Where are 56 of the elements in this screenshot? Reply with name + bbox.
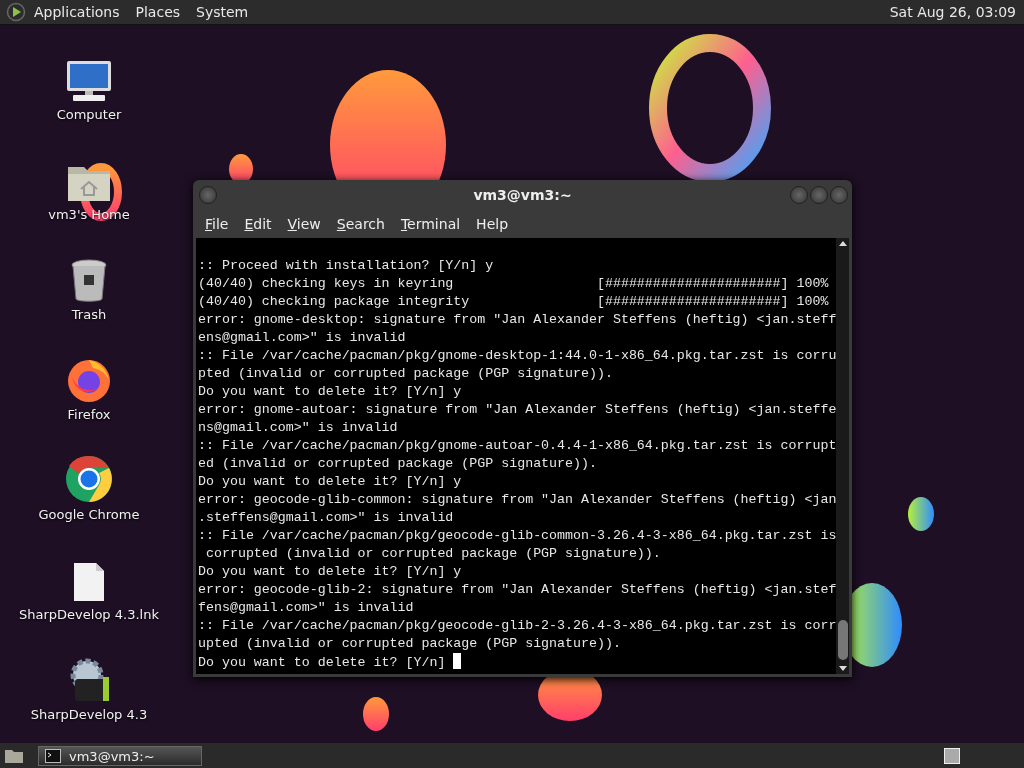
terminal-line: error: geocode-glib-2: signature from "Jan Alexander Steffens (heftig) <jan.stef <box>198 581 837 599</box>
scrollbar-thumb[interactable] <box>837 620 848 660</box>
terminal-line: Do you want to delete it? [Y/n] <box>198 655 447 670</box>
terminal-line: :: File /var/cache/pacman/pkg/geocode-glib-common-3.26.4-3-x86_64.pkg.tar.zst is <box>198 527 837 545</box>
menu-item[interactable]: Help <box>468 216 517 232</box>
panel-menu[interactable]: Places <box>127 4 189 20</box>
menu-item[interactable]: File <box>197 216 237 232</box>
desktop-icon-label[interactable]: SharpDevelop 4.3 <box>30 707 148 722</box>
terminal-line: Do you want to delete it? [Y/n] y <box>198 473 463 491</box>
play-logo-icon <box>6 2 26 22</box>
desktop-icon-label[interactable]: SharpDevelop 4.3.lnk <box>19 607 159 622</box>
window-title: vm3@vm3:~ <box>473 187 572 203</box>
terminal-line: ns@gmail.com>" is invalid <box>198 419 399 437</box>
menu-item[interactable]: Edit <box>236 216 280 232</box>
terminal-line: Do you want to delete it? [Y/n] y <box>198 563 463 581</box>
terminal-line: :: Proceed with installation? [Y/n] y <box>198 257 495 275</box>
terminal-line: (40/40) checking keys in keyring [######################] 100% <box>198 275 830 293</box>
workspace-switcher[interactable] <box>944 748 960 764</box>
terminal-line: upted (invalid or corrupted package (PGP signature)). <box>198 635 622 653</box>
clock[interactable]: Sat Aug 26, 03:09 <box>889 4 1016 20</box>
menu-item[interactable]: Search <box>328 216 393 232</box>
menu-item[interactable]: Terminal <box>392 216 469 232</box>
terminal-line: corrupted (invalid or corrupted package (PGP signature)). <box>204 545 662 563</box>
terminal-line: ed (invalid or corrupted package (PGP signature)). <box>198 455 598 473</box>
close-button[interactable] <box>830 186 848 204</box>
terminal-line: ens@gmail.com>" is invalid <box>198 329 407 347</box>
desktop-icon-label[interactable]: Google Chrome <box>38 507 140 522</box>
terminal-line: :: File /var/cache/pacman/pkg/gnome-desktop-1:44.0-1-x86_64.pkg.tar.zst is corru <box>198 347 837 365</box>
terminal-line: pted (invalid or corrupted package (PGP signature)). <box>198 365 614 383</box>
terminal-line: (40/40) checking package integrity [######################] 100% <box>198 293 830 311</box>
terminal-icon <box>45 749 61 763</box>
minimize-button[interactable] <box>790 186 808 204</box>
maximize-button[interactable] <box>810 186 828 204</box>
show-desktop-icon[interactable] <box>4 748 24 764</box>
desktop-icon-label[interactable]: Trash <box>71 307 107 322</box>
file-icon <box>72 561 106 603</box>
terminal-line: :: File /var/cache/pacman/pkg/geocode-glib-2-3.26.4-3-x86_64.pkg.tar.zst is corr <box>198 617 837 635</box>
terminal-line: .steffens@gmail.com>" is invalid <box>198 509 455 527</box>
desktop-icon-label[interactable]: Firefox <box>67 407 111 422</box>
terminal-line: error: geocode-glib-common: signature from "Jan Alexander Steffens (heftig) <jan <box>198 491 837 509</box>
firefox-icon <box>66 357 112 403</box>
trash-icon <box>70 259 108 303</box>
panel-menu[interactable]: System <box>188 4 257 20</box>
terminal-line: :: File /var/cache/pacman/pkg/gnome-autoar-0.4.4-1-x86_64.pkg.tar.zst is corrupt <box>198 437 837 455</box>
computer-icon <box>65 59 113 103</box>
terminal-line: error: gnome-desktop: signature from "Jan Alexander Steffens (heftig) <jan.steff <box>198 311 837 329</box>
taskbar-button[interactable]: vm3@vm3:~ <box>38 746 202 766</box>
terminal-line: error: gnome-autoar: signature from "Jan Alexander Steffens (heftig) <jan.steffe <box>198 401 837 419</box>
scrollbar[interactable] <box>836 238 849 674</box>
terminal-line: fens@gmail.com>" is invalid <box>198 599 415 617</box>
panel-menu[interactable]: Applications <box>26 4 128 20</box>
menu-item[interactable]: View <box>279 216 329 232</box>
window-menu-button[interactable] <box>199 186 217 204</box>
terminal-line: Do you want to delete it? [Y/n] y <box>198 383 463 401</box>
chrome-icon <box>65 455 113 503</box>
desktop-icon-label[interactable]: Computer <box>56 107 122 122</box>
